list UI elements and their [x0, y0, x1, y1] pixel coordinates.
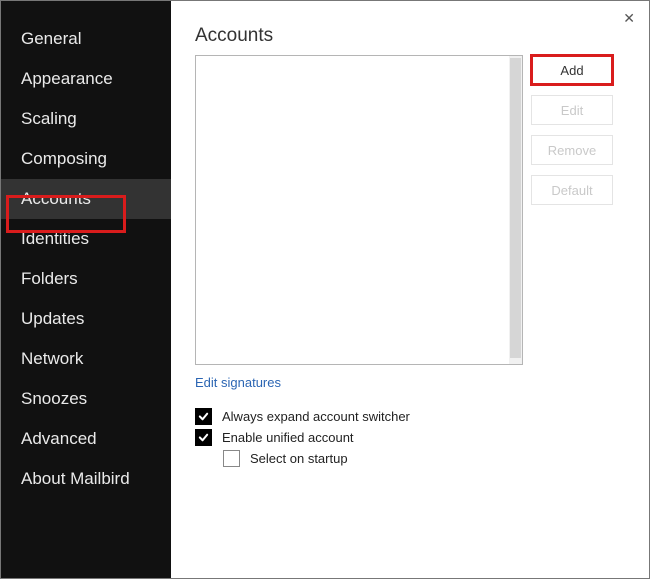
checkbox-label: Enable unified account [222, 430, 354, 445]
account-buttons-column: Add Edit Remove Default [531, 55, 613, 365]
accounts-row: Add Edit Remove Default [195, 55, 625, 365]
checkbox-row-enable-unified: Enable unified account [195, 429, 625, 446]
close-button[interactable]: ✕ [623, 11, 635, 25]
sidebar-item-snoozes[interactable]: Snoozes [1, 379, 171, 419]
sidebar-item-advanced[interactable]: Advanced [1, 419, 171, 459]
settings-dialog: ✕ General Appearance Scaling Composing A… [0, 0, 650, 579]
accounts-listbox[interactable] [195, 55, 523, 365]
remove-button: Remove [531, 135, 613, 165]
checkbox-label: Always expand account switcher [222, 409, 410, 424]
checkbox-group: Always expand account switcher Enable un… [195, 408, 625, 467]
check-icon [198, 411, 209, 422]
add-button[interactable]: Add [531, 55, 613, 85]
checkbox-label: Select on startup [250, 451, 348, 466]
scrollbar-thumb[interactable] [510, 58, 521, 358]
sidebar-item-folders[interactable]: Folders [1, 259, 171, 299]
sidebar-item-appearance[interactable]: Appearance [1, 59, 171, 99]
checkbox-row-always-expand: Always expand account switcher [195, 408, 625, 425]
settings-content: Accounts Add Edit Remove Default Edit si… [171, 1, 649, 578]
page-title: Accounts [195, 25, 625, 47]
check-icon [198, 432, 209, 443]
checkbox-row-select-on-startup: Select on startup [223, 450, 625, 467]
checkbox-enable-unified[interactable] [195, 429, 212, 446]
sidebar-item-accounts[interactable]: Accounts [1, 179, 171, 219]
sidebar-item-about-mailbird[interactable]: About Mailbird [1, 459, 171, 499]
sidebar-item-updates[interactable]: Updates [1, 299, 171, 339]
sidebar-item-composing[interactable]: Composing [1, 139, 171, 179]
edit-button: Edit [531, 95, 613, 125]
edit-signatures-link[interactable]: Edit signatures [195, 375, 281, 390]
checkbox-always-expand[interactable] [195, 408, 212, 425]
sidebar-item-scaling[interactable]: Scaling [1, 99, 171, 139]
checkbox-select-on-startup[interactable] [223, 450, 240, 467]
default-button: Default [531, 175, 613, 205]
sidebar-item-general[interactable]: General [1, 19, 171, 59]
sidebar-item-network[interactable]: Network [1, 339, 171, 379]
settings-sidebar: General Appearance Scaling Composing Acc… [1, 1, 171, 578]
sidebar-item-identities[interactable]: Identities [1, 219, 171, 259]
